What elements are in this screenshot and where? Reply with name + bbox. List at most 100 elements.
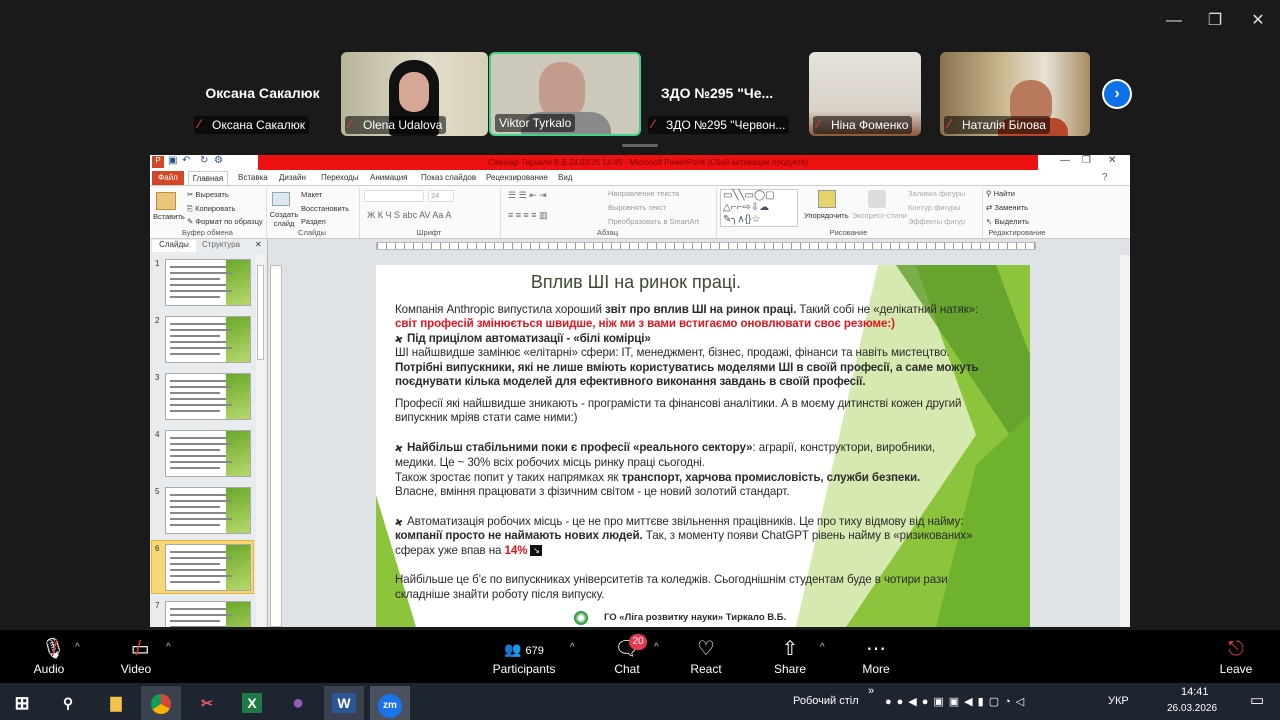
- tab-home[interactable]: Главная: [188, 171, 228, 185]
- slide-thumbnail[interactable]: [165, 373, 251, 420]
- tab-insert[interactable]: Вставка: [238, 171, 268, 185]
- copy-button[interactable]: ⎘ Копировать: [187, 204, 235, 214]
- share-button[interactable]: ⇧ Share: [772, 636, 808, 676]
- font-format-buttons[interactable]: Ж К Ч S abc AV Aa A: [367, 210, 451, 220]
- tab-design[interactable]: Дизайн: [279, 171, 306, 185]
- participant-video-tile[interactable]: ⁄ Наталія Білова: [940, 52, 1090, 136]
- slide-thumbnail[interactable]: [165, 544, 251, 591]
- slide-text-segment: компанії просто не наймають нових людей.: [395, 529, 643, 542]
- chat-button[interactable]: 🗨 Chat 20: [610, 634, 647, 676]
- quick-styles-button[interactable]: Экспресс-стили: [852, 211, 907, 220]
- slide-scrollbar[interactable]: [1120, 255, 1130, 627]
- react-button[interactable]: ♡ React: [688, 636, 724, 676]
- undo-icon[interactable]: ↶: [182, 155, 190, 166]
- clock-date[interactable]: 26.03.2026: [1167, 703, 1217, 714]
- convert-smartart-button[interactable]: Преобразовать в SmartArt: [608, 217, 699, 226]
- shape-outline-button[interactable]: Контур фигуры: [908, 203, 960, 212]
- snipping-tool-icon[interactable]: ✂: [187, 686, 227, 720]
- share-options-caret[interactable]: ^: [820, 642, 825, 653]
- slide-thumbnail[interactable]: [165, 487, 251, 534]
- minimize-button[interactable]: —: [1162, 10, 1186, 32]
- cut-button[interactable]: ✂ Вырезать: [187, 190, 229, 199]
- ppt-restore-button[interactable]: ❐: [1082, 155, 1091, 166]
- audio-options-caret[interactable]: ^: [75, 642, 80, 653]
- participants-options-caret[interactable]: ^: [570, 642, 575, 653]
- bullets-buttons[interactable]: ☰ ☰ ⇤ ⇥: [508, 190, 547, 201]
- next-participants-button[interactable]: ›: [1102, 79, 1132, 109]
- font-size-box[interactable]: 24: [428, 190, 454, 202]
- file-explorer-icon[interactable]: ▇: [96, 686, 136, 720]
- tab-review[interactable]: Рецензирование: [486, 171, 548, 185]
- video-options-caret[interactable]: ^: [166, 642, 171, 653]
- customize-icon[interactable]: ⚙: [214, 155, 223, 166]
- word-icon[interactable]: W: [332, 693, 356, 713]
- participant-video-tile-active[interactable]: Viktor Tyrkalo: [489, 52, 641, 136]
- desktop-toolbar-label[interactable]: Робочий стіл: [793, 695, 859, 707]
- tab-animations[interactable]: Анимация: [370, 171, 408, 185]
- tab-slide-show[interactable]: Показ слайдов: [421, 171, 476, 185]
- participant-tile[interactable]: ЗДО №295 "Че... ⁄ ЗДО №295 "Червон...: [644, 52, 790, 136]
- notifications-icon[interactable]: ▭: [1250, 691, 1264, 709]
- chrome-icon[interactable]: [141, 686, 181, 720]
- text-direction-button[interactable]: Направление текста: [608, 189, 679, 198]
- tab-file[interactable]: Файл: [152, 171, 184, 185]
- save-icon[interactable]: ▣: [168, 155, 177, 166]
- slide-thumbnail[interactable]: [165, 259, 251, 306]
- reset-button[interactable]: Восстановить: [301, 204, 349, 213]
- arrange-button[interactable]: Упорядочить: [804, 211, 849, 220]
- new-slide-button[interactable]: Создать слайд: [269, 210, 299, 228]
- alignment-buttons[interactable]: ≡ ≡ ≡ ≡ ▥: [508, 210, 548, 221]
- tab-slides[interactable]: Слайды: [152, 240, 196, 252]
- resize-handle[interactable]: [622, 144, 658, 147]
- slide-text-line: сферах уже впав на 14% ↘: [395, 544, 543, 557]
- more-button[interactable]: ⋯ More: [858, 636, 894, 676]
- chat-options-caret[interactable]: ^: [654, 642, 659, 653]
- find-button[interactable]: ⚲ Найти: [986, 189, 1015, 198]
- participant-video-tile[interactable]: ⁄ Olena Udalova: [341, 52, 488, 136]
- search-icon[interactable]: ⚲: [48, 686, 88, 720]
- shape-fill-button[interactable]: Заливка фигуры: [908, 189, 965, 198]
- paste-button[interactable]: Вставить: [153, 212, 185, 221]
- tab-transitions[interactable]: Переходы: [321, 171, 359, 185]
- windows-start-icon[interactable]: ⊞: [2, 686, 42, 720]
- section-button[interactable]: Раздел: [301, 217, 326, 226]
- excel-icon[interactable]: X: [242, 693, 262, 713]
- slide-text-segment: ШІ найшвидше замінює «елітарні» сфери: I…: [395, 346, 950, 359]
- close-button[interactable]: ✕: [1246, 10, 1270, 32]
- participants-button[interactable]: 👥 679 Participants: [492, 636, 556, 676]
- slide-thumbnail[interactable]: [165, 430, 251, 477]
- format-painter-button[interactable]: ✎ Формат по образцу: [187, 217, 263, 226]
- clock-time[interactable]: 14:41: [1181, 686, 1209, 698]
- layout-button[interactable]: Макет: [301, 190, 322, 199]
- shapes-gallery[interactable]: ▭╲╲▭◯▢ △⌐⌐⇨⇩☁ ✎╮∧{}☆: [720, 189, 798, 227]
- slides-scrollbar[interactable]: [256, 255, 265, 627]
- help-icon[interactable]: ?: [1102, 172, 1108, 183]
- video-button[interactable]: ▭/Video: [117, 636, 155, 676]
- scrollbar-thumb[interactable]: [257, 265, 264, 360]
- participant-tile[interactable]: Оксана Сакалюк ⁄ Оксана Сакалюк: [190, 52, 335, 136]
- viber-icon[interactable]: ●: [278, 686, 318, 720]
- audio-button[interactable]: 🎙/Audio: [30, 636, 68, 676]
- ppt-close-button[interactable]: ✕: [1108, 155, 1116, 166]
- tab-view[interactable]: Вид: [558, 171, 572, 185]
- tray-icons[interactable]: ●●◀●▣▣◀▮▢◔◁: [885, 695, 1029, 708]
- align-text-button[interactable]: Выровнять текст: [608, 203, 666, 212]
- participant-name: ⁄ Наталія Білова: [944, 116, 1050, 134]
- toolbar-expand-icon[interactable]: »: [868, 685, 874, 697]
- ppt-minimize-button[interactable]: —: [1060, 155, 1070, 166]
- restore-button[interactable]: ❐: [1203, 10, 1227, 32]
- zoom-icon[interactable]: zm: [378, 694, 402, 718]
- replace-button[interactable]: ⇄ Заменить: [986, 203, 1028, 212]
- redo-icon[interactable]: ↻: [200, 155, 208, 166]
- select-button[interactable]: ↖ Выделить: [986, 217, 1029, 226]
- leave-button[interactable]: ⎋ Leave: [1218, 636, 1254, 676]
- participant-video-tile[interactable]: ⁄ Ніна Фоменко: [809, 52, 921, 136]
- language-indicator[interactable]: УКР: [1108, 695, 1129, 707]
- font-name-box[interactable]: [364, 190, 424, 202]
- shape-effects-button[interactable]: Эффекты фигур: [908, 217, 965, 226]
- tab-outline[interactable]: Структура: [198, 240, 244, 252]
- slide-number: 7: [155, 601, 160, 610]
- close-pane-icon[interactable]: ✕: [255, 240, 262, 249]
- slide-thumbnail[interactable]: [165, 316, 251, 363]
- slide-thumbnail[interactable]: [165, 601, 251, 627]
